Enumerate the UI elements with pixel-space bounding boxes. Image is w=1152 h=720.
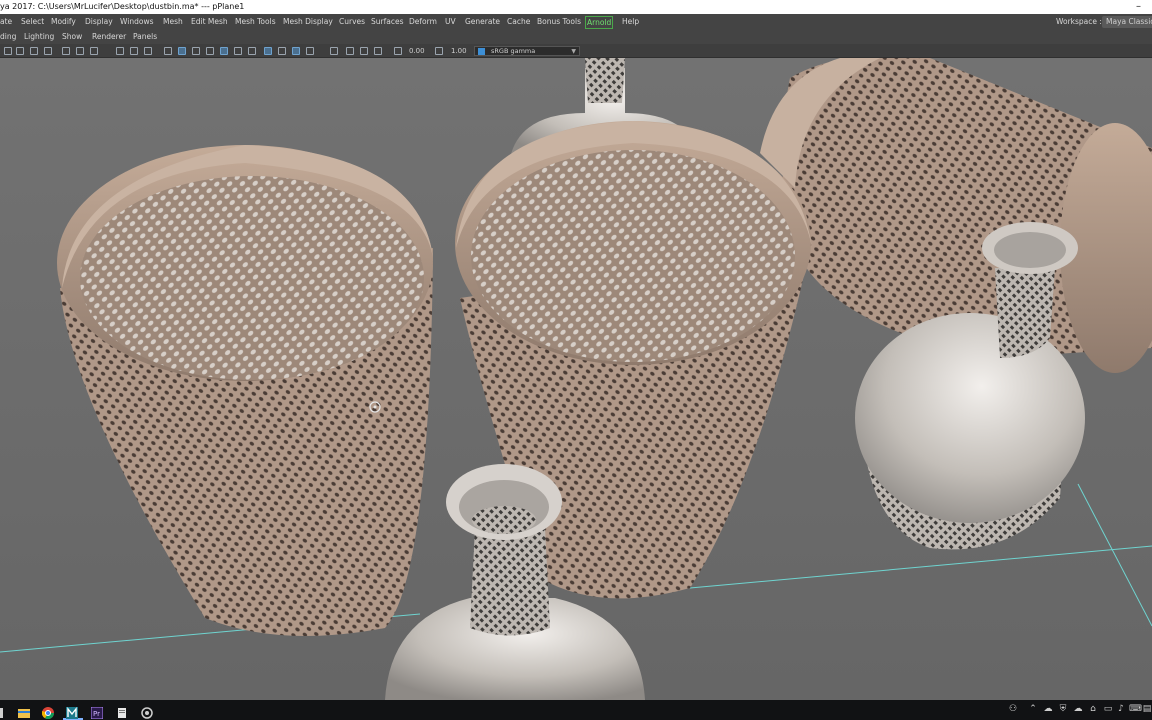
motion-blur-icon[interactable] [278,47,286,55]
svg-text:Pr: Pr [93,710,100,718]
chevron-up-icon[interactable]: ⌃ [1028,704,1038,715]
shadows-icon[interactable] [248,47,256,55]
language-icon[interactable]: ⌨ [1129,704,1142,715]
panel-menu-panels[interactable]: Panels [133,29,157,45]
windows-taskbar: Pr ⚇ ⌃ ☁ ⛨ ☁ ⌂ ▭ ♪ ⌨ ▤ [0,700,1152,720]
menu-uv[interactable]: UV [445,14,456,30]
gamma-icon[interactable] [435,47,443,55]
menu-windows[interactable]: Windows [120,14,153,30]
xray-icon[interactable] [220,47,228,55]
menu-help[interactable]: Help [622,14,639,30]
menu-display[interactable]: Display [85,14,113,30]
menu-surfaces[interactable]: Surfaces [371,14,403,30]
exposure-value[interactable]: 0.00 [409,44,425,58]
film-gate-icon[interactable] [76,47,84,55]
field-chart-icon[interactable] [130,47,138,55]
menu-mesh[interactable]: Mesh [163,14,183,30]
onedrive-icon[interactable]: ☁ [1043,704,1053,715]
file-explorer-icon[interactable] [18,704,30,718]
menu-select[interactable]: Select [21,14,44,30]
minimize-button[interactable]: – [1136,0,1141,14]
settings-icon[interactable] [141,704,153,719]
shield-icon[interactable]: ⛨ [1058,704,1068,715]
maya-icon[interactable] [66,704,78,719]
menu-edit-mesh[interactable]: Edit Mesh [191,14,228,30]
safe-action-icon[interactable] [144,47,152,55]
gate-mask-icon[interactable] [116,47,124,55]
menu-bonus-tools[interactable]: Bonus Tools [537,14,581,30]
texture-icon[interactable] [374,47,382,55]
viewport-toolbar: 0.00 1.00 sRGB gamma ▼ [0,44,1152,58]
grid-icon[interactable] [62,47,70,55]
chrome-icon[interactable] [41,704,54,720]
menu-cache[interactable]: Cache [507,14,530,30]
menu-arnold[interactable]: Arnold [585,16,614,29]
3d-viewport[interactable] [0,58,1152,700]
network-icon[interactable]: ⌂ [1088,704,1098,715]
default-material-icon[interactable] [192,47,200,55]
scene-render [0,58,1152,700]
isolate-select-icon[interactable] [330,47,338,55]
premiere-icon[interactable]: Pr [90,704,104,720]
panel-menu-show[interactable]: Show [62,29,82,45]
color-space-dropdown[interactable]: sRGB gamma ▼ [474,46,580,56]
menu-generate[interactable]: Generate [465,14,500,30]
menu-deform[interactable]: Deform [409,14,437,30]
panel-menu-renderer[interactable]: Renderer [92,29,126,45]
use-all-lights-icon[interactable] [234,47,242,55]
depth-of-field-icon[interactable] [306,47,314,55]
gamma-value[interactable]: 1.00 [451,44,467,58]
people-icon[interactable]: ⚇ [1008,704,1018,715]
windows-start-icon[interactable] [0,704,4,718]
anti-aliasing-icon[interactable] [292,47,300,55]
workspace-dropdown[interactable]: Maya Classic [1102,16,1152,28]
wireframe-on-shaded-icon[interactable] [206,47,214,55]
main-menu-bar: ate Select Modify Display Windows Mesh E… [0,14,1152,30]
window-title: ya 2017: C:\Users\MrLucifer\Desktop\dust… [0,2,245,11]
menu-mesh-tools[interactable]: Mesh Tools [235,14,276,30]
menu-mesh-display[interactable]: Mesh Display [283,14,333,30]
battery-icon[interactable]: ▭ [1103,704,1113,715]
chevron-down-icon: ▼ [571,48,576,55]
workspace-label: Workspace : [1056,17,1102,26]
xray-active-components-icon[interactable] [360,47,368,55]
panel-menu-lighting[interactable]: Lighting [24,29,54,45]
notification-icon[interactable]: ▤ [1142,704,1152,715]
lock-camera-icon[interactable] [16,47,24,55]
select-camera-icon[interactable] [4,47,12,55]
exposure-icon[interactable] [394,47,402,55]
menu-curves[interactable]: Curves [339,14,365,30]
notepad-icon[interactable] [116,704,128,718]
cloud-icon[interactable]: ☁ [1073,704,1083,715]
camera-attributes-icon[interactable] [30,47,38,55]
screen-space-ao-icon[interactable] [264,47,272,55]
panel-menu-shading[interactable]: ding [0,29,16,45]
color-space-label: sRGB gamma [491,47,536,55]
menu-create[interactable]: ate [0,14,12,30]
bookmark-icon[interactable] [44,47,52,55]
smooth-shade-icon[interactable] [178,47,186,55]
title-bar: ya 2017: C:\Users\MrLucifer\Desktop\dust… [0,0,1152,14]
color-management-icon [478,48,485,55]
menu-modify[interactable]: Modify [51,14,76,30]
xray-joints-icon[interactable] [346,47,354,55]
wireframe-icon[interactable] [164,47,172,55]
volume-icon[interactable]: ♪ [1116,704,1126,715]
panel-menu-bar: ding Lighting Show Renderer Panels [0,30,1152,44]
resolution-gate-icon[interactable] [90,47,98,55]
